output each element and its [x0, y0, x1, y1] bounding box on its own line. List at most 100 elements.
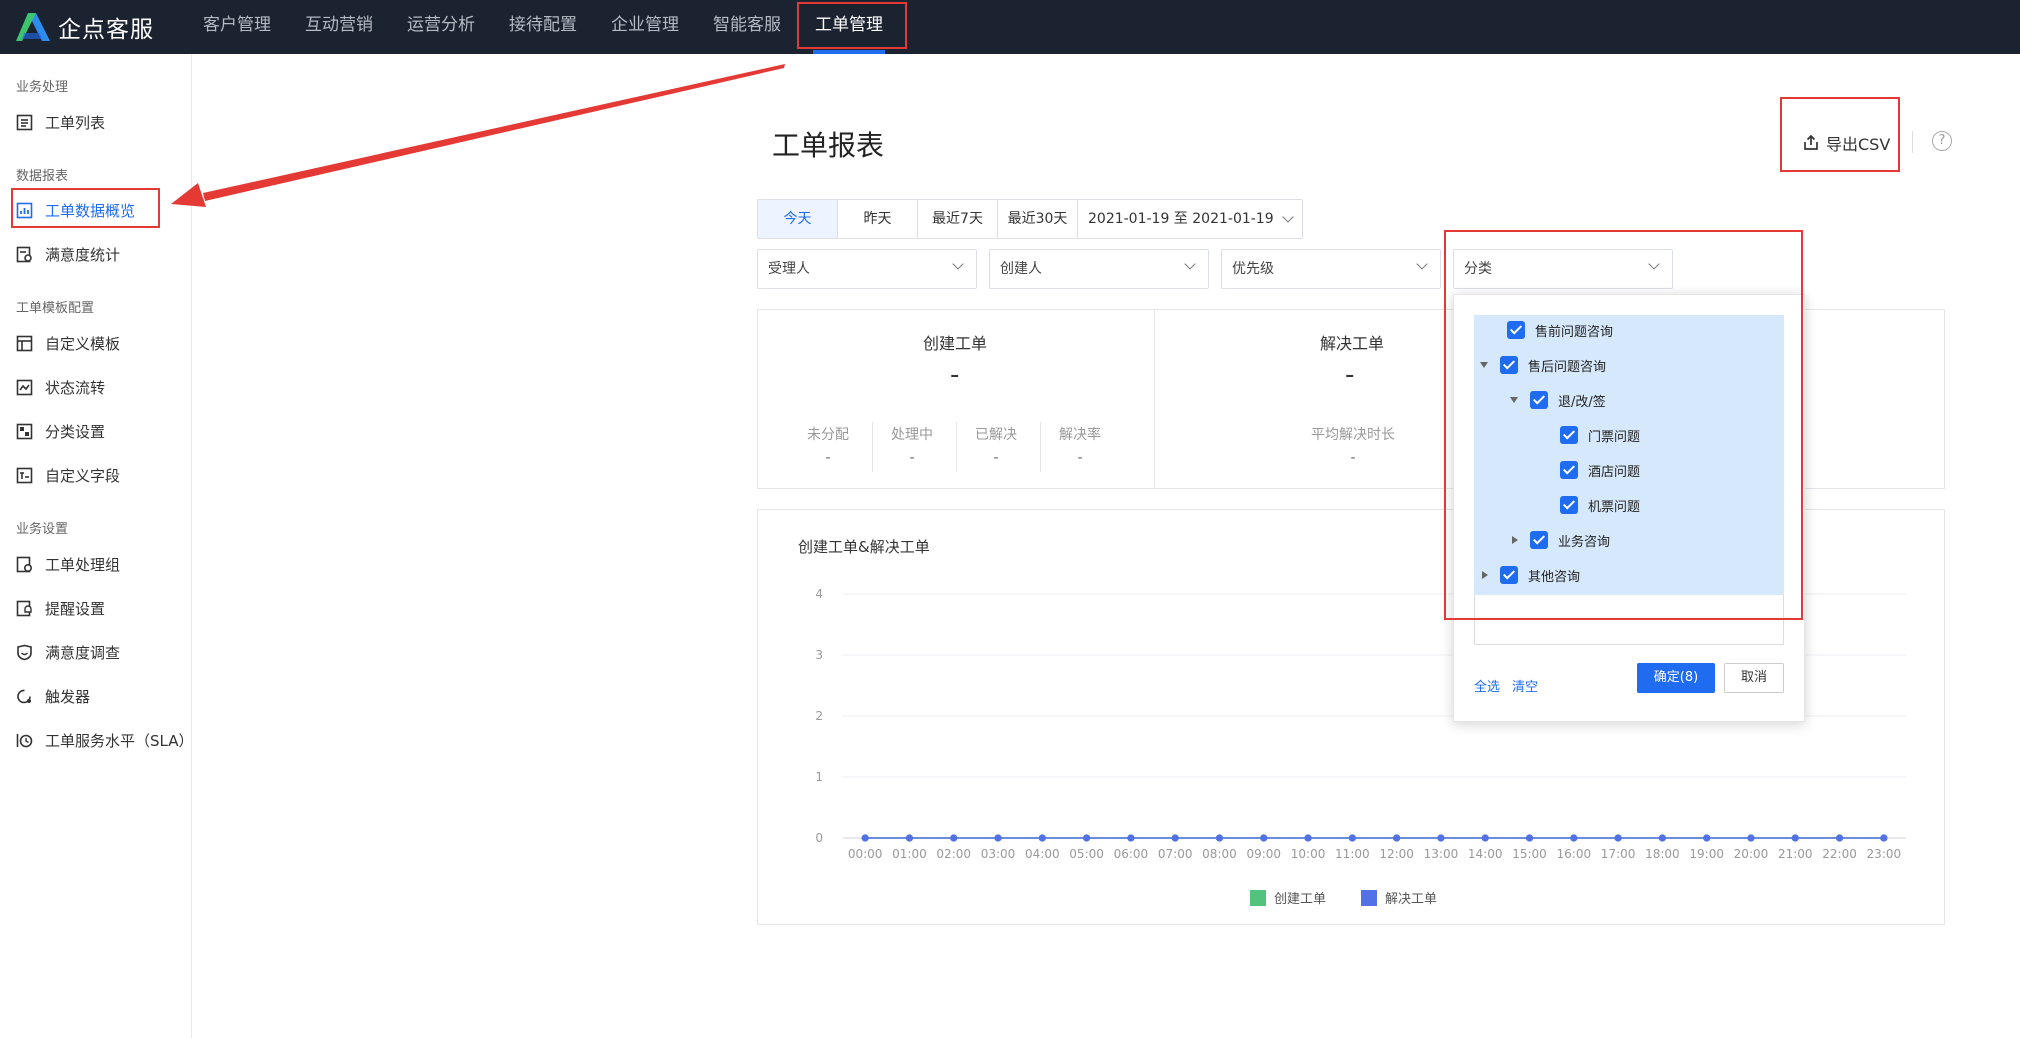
sidebar-group-business: 业务处理 [16, 80, 69, 95]
series-point-1 [1171, 834, 1179, 842]
x-tick-label: 22:00 [1822, 847, 1857, 861]
nav-customer-management[interactable]: 客户管理 [203, 0, 271, 54]
template-icon [16, 335, 33, 351]
date-yesterday-button[interactable]: 昨天 [838, 200, 918, 238]
x-tick-label: 05:00 [1069, 847, 1104, 861]
sidebar-item-satisfaction-survey[interactable]: 满意度调查 [16, 638, 120, 666]
legend-item-created[interactable]: 创建工单 [1250, 888, 1326, 907]
sidebar-item-category-settings[interactable]: 分类设置 [16, 417, 105, 445]
reminder-icon [16, 600, 32, 616]
creator-select[interactable]: 创建人 [989, 249, 1209, 289]
series-point-1 [1260, 834, 1268, 842]
resolved-value: - [993, 450, 999, 466]
sidebar-item-trigger[interactable]: 触发器 [16, 682, 90, 710]
flow-icon [16, 379, 33, 395]
chevron-down-icon [952, 258, 964, 270]
page-title: 工单报表 [772, 129, 885, 162]
x-tick-label: 16:00 [1557, 847, 1592, 861]
field-icon [16, 467, 33, 483]
trigger-icon [17, 689, 31, 703]
sidebar-item-custom-template[interactable]: 自定义模板 [16, 329, 120, 357]
date-today-button[interactable]: 今天 [758, 200, 838, 238]
series-point-1 [1215, 834, 1224, 842]
nav-operation-analysis[interactable]: 运营分析 [407, 0, 475, 54]
y-tick-label: 4 [815, 587, 823, 601]
priority-select[interactable]: 优先级 [1221, 249, 1441, 289]
avg-resolution-time-value: - [1350, 450, 1356, 466]
x-tick-label: 13:00 [1424, 847, 1459, 861]
legend-swatch-resolved [1361, 889, 1377, 906]
x-tick-label: 15:00 [1512, 847, 1547, 861]
x-tick-label: 11:00 [1335, 847, 1370, 861]
nav-interactive-marketing[interactable]: 互动营销 [305, 0, 373, 54]
list-icon [16, 114, 33, 130]
series-point-1 [1570, 834, 1578, 842]
series-point-1 [950, 834, 958, 842]
chevron-down-icon [1416, 258, 1428, 270]
series-point-1 [1038, 834, 1046, 842]
unassigned-value: - [825, 450, 831, 466]
series-point-1 [1614, 834, 1622, 842]
stats-section-divider [1154, 310, 1155, 488]
nav-smart-service[interactable]: 智能客服 [713, 0, 781, 54]
select-all-link[interactable]: 全选 [1474, 676, 1500, 695]
resolution-rate-value: - [1077, 450, 1083, 466]
x-tick-label: 02:00 [936, 847, 971, 861]
chevron-down-icon [1184, 258, 1196, 270]
logo-mark-icon [16, 13, 50, 41]
sidebar-item-ticket-groups[interactable]: 工单处理组 [16, 550, 120, 578]
resolution-rate-label: 解决率 [1059, 427, 1101, 443]
sidebar-item-reminder-settings[interactable]: 提醒设置 [16, 594, 105, 622]
nav-reception-config[interactable]: 接待配置 [509, 0, 577, 54]
date-last30-button[interactable]: 最近30天 [998, 200, 1078, 238]
legend-item-resolved[interactable]: 解决工单 [1361, 888, 1437, 907]
x-tick-label: 00:00 [848, 847, 883, 861]
date-range-selector: 今天 昨天 最近7天 最近30天 2021-01-19 至 2021-01-19 [757, 199, 1303, 239]
help-icon[interactable]: ? [1932, 131, 1952, 151]
avg-resolution-time-label: 平均解决时长 [1311, 427, 1395, 443]
x-tick-label: 23:00 [1867, 847, 1902, 861]
series-point-1 [1791, 834, 1799, 842]
series-point-1 [1880, 834, 1888, 842]
x-tick-label: 04:00 [1025, 847, 1060, 861]
x-tick-label: 03:00 [981, 847, 1016, 861]
app-logo[interactable]: 企点客服 [14, 10, 154, 44]
survey-icon [16, 246, 32, 262]
sidebar-item-satisfaction-stats[interactable]: 满意度统计 [16, 240, 120, 268]
sidebar-item-ticket-list[interactable]: 工单列表 [16, 108, 105, 136]
sidebar-item-label: 状态流转 [45, 378, 106, 397]
y-tick-label: 2 [815, 709, 823, 723]
series-point-1 [1658, 834, 1666, 842]
series-point-1 [1083, 834, 1091, 842]
series-point-1 [1835, 834, 1844, 842]
sidebar-item-label: 分类设置 [45, 422, 106, 441]
assignee-select[interactable]: 受理人 [757, 249, 977, 289]
sidebar-item-custom-fields[interactable]: 自定义字段 [16, 461, 120, 489]
x-tick-label: 08:00 [1202, 847, 1237, 861]
sidebar-item-label: 提醒设置 [45, 599, 106, 618]
cancel-button[interactable]: 取消 [1724, 663, 1784, 693]
assignee-placeholder: 受理人 [768, 261, 810, 277]
sidebar-item-status-flow[interactable]: 状态流转 [16, 373, 105, 401]
resolved-tickets-value: - [1345, 360, 1355, 390]
sidebar-item-label: 满意度调查 [45, 643, 121, 662]
in-progress-label: 处理中 [891, 427, 933, 443]
confirm-button[interactable]: 确定(8) [1637, 663, 1715, 693]
x-tick-label: 19:00 [1689, 847, 1724, 861]
nav-enterprise-management[interactable]: 企业管理 [611, 0, 679, 54]
y-tick-label: 0 [815, 831, 823, 845]
clear-link[interactable]: 清空 [1512, 676, 1538, 695]
in-progress-value: - [909, 450, 915, 466]
created-tickets-value: - [950, 360, 960, 390]
x-tick-label: 07:00 [1158, 847, 1193, 861]
series-point-1 [905, 834, 914, 842]
sidebar-item-sla[interactable]: 工单服务水平（SLA） [16, 726, 194, 754]
date-last7-button[interactable]: 最近7天 [918, 200, 998, 238]
series-point-1 [1304, 834, 1312, 842]
date-range-picker[interactable]: 2021-01-19 至 2021-01-19 [1078, 200, 1302, 238]
sla-icon [16, 733, 33, 747]
x-tick-label: 01:00 [892, 847, 927, 861]
x-tick-label: 18:00 [1645, 847, 1680, 861]
y-tick-label: 1 [815, 770, 823, 784]
arrow-shaft [203, 64, 785, 201]
